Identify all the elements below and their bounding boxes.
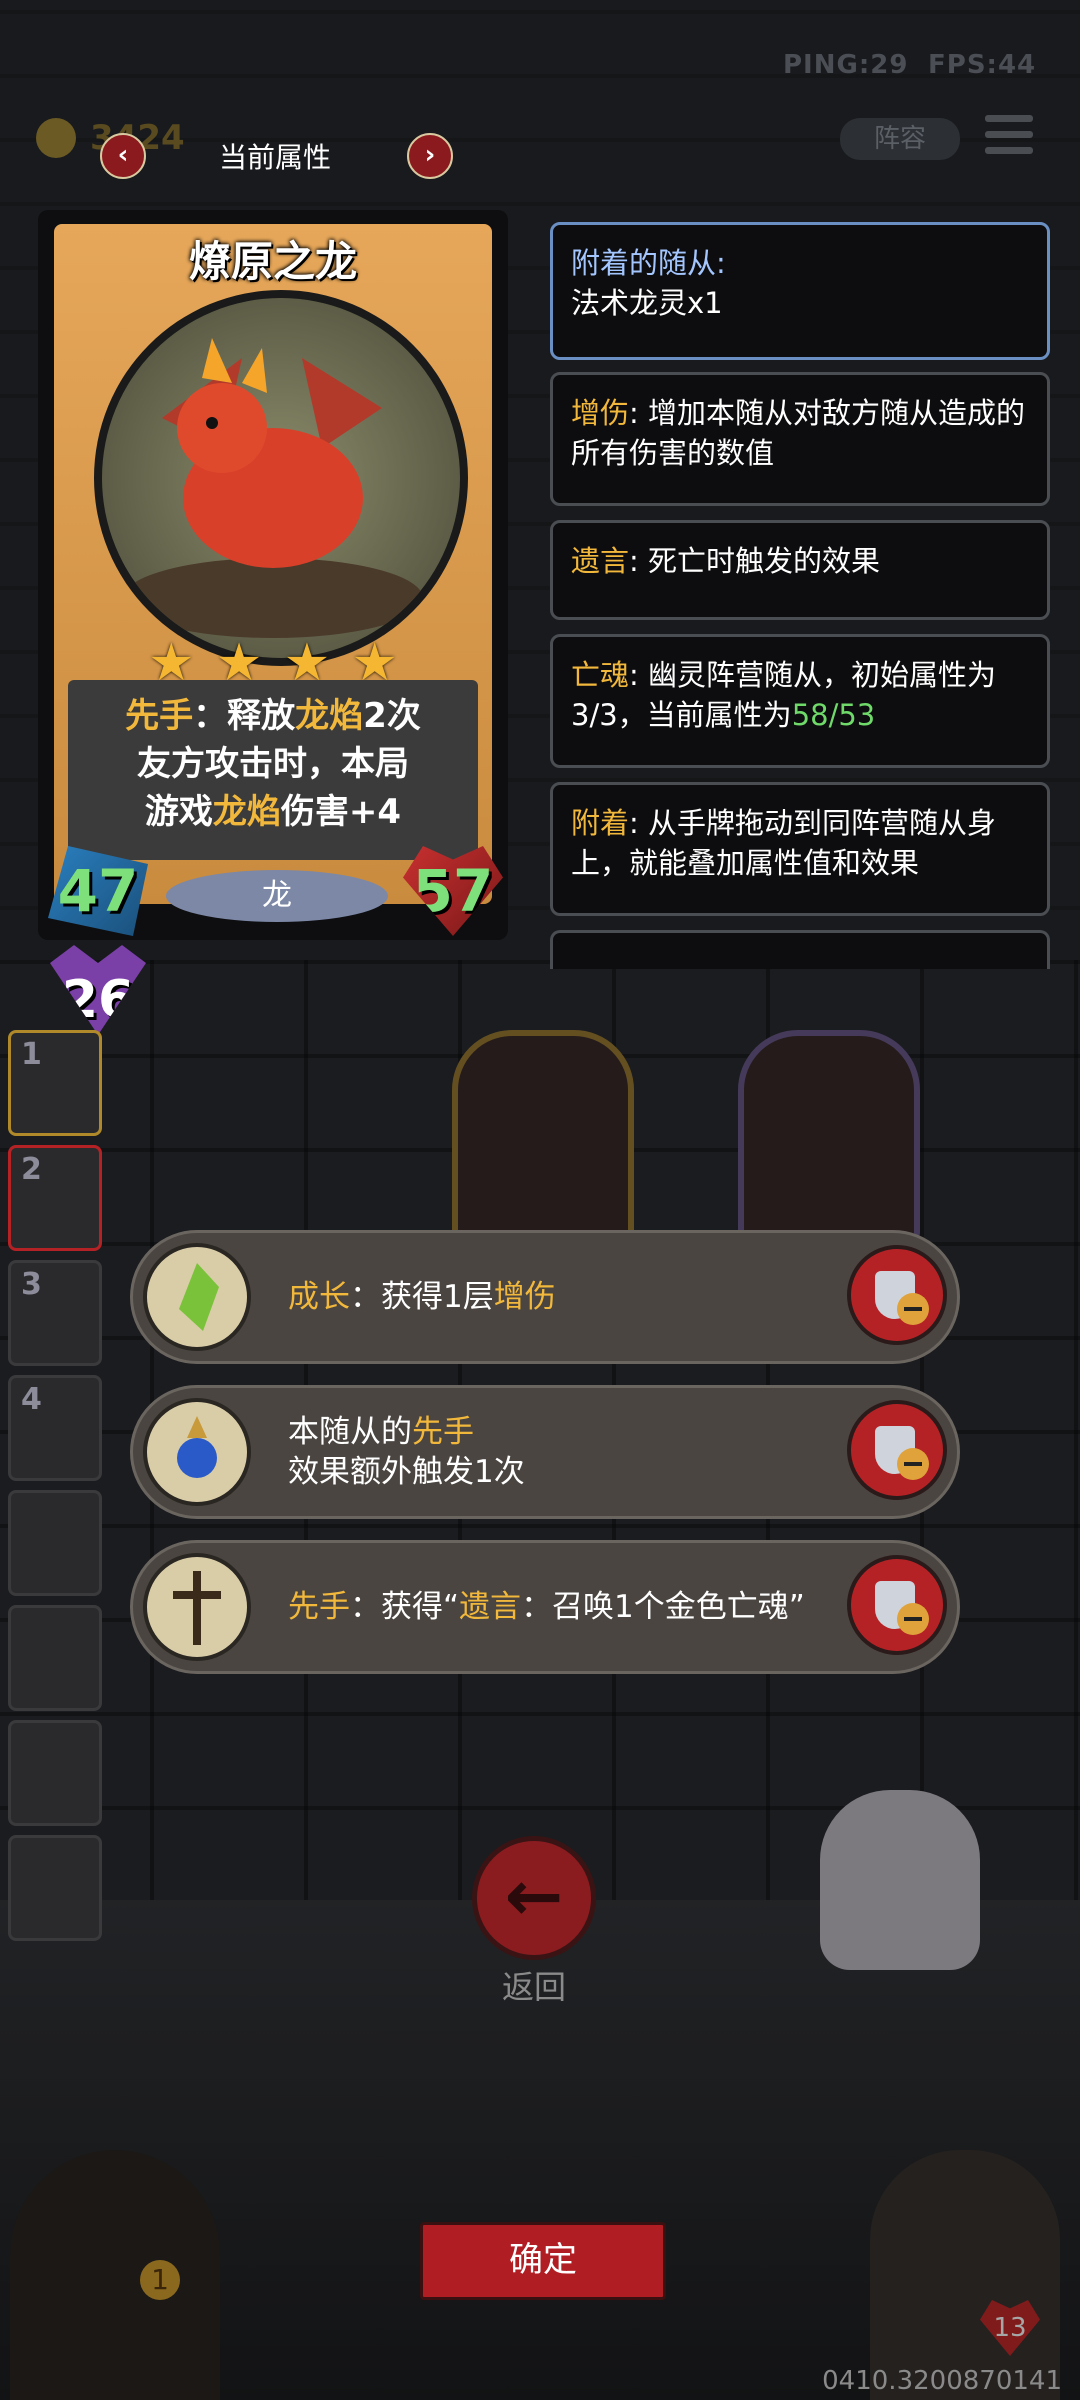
- minus-icon: [897, 1603, 929, 1635]
- option-battlecry-deathrattle[interactable]: 先手：获得“遗言：召唤1个金色亡魂”: [130, 1540, 960, 1674]
- keyword: 增伤: [493, 1279, 556, 1315]
- minion-card: 燎原之龙 ★ ★ ★ ★ 先手：释放龙焰2次 友方攻击时，本局 游戏龙焰伤害+4…: [38, 210, 508, 940]
- option-text: ：获得1层: [350, 1279, 494, 1315]
- keyword: 遗言: [459, 1589, 522, 1625]
- team-slot[interactable]: 4: [8, 1375, 102, 1481]
- info-damage: 增伤: 增加本随从对敌方随从造成的所有伤害的数值: [550, 372, 1050, 506]
- remove-shield-button[interactable]: [847, 1555, 947, 1655]
- confirm-button[interactable]: 确定: [420, 2222, 666, 2300]
- slot-number: 2: [21, 1152, 42, 1187]
- card-ability-text: 先手：释放龙焰2次 友方攻击时，本局 游戏龙焰伤害+4: [68, 680, 478, 860]
- cross-icon: [143, 1553, 251, 1661]
- panel-title: 当前属性: [218, 141, 331, 174]
- back-arrow-button[interactable]: ←: [472, 1836, 596, 1960]
- back-label: 返回: [501, 1968, 566, 2006]
- option-growth[interactable]: 成长：获得1层增伤: [130, 1230, 960, 1364]
- keyword: 附着: [571, 806, 630, 840]
- gold-coin-icon: [36, 118, 76, 158]
- minus-icon: [897, 1293, 929, 1325]
- next-arrow-icon[interactable]: ›: [407, 133, 453, 179]
- info-deathrattle: 遗言: 死亡时触发的效果: [550, 520, 1050, 620]
- lineup-button[interactable]: 阵容: [840, 118, 960, 160]
- team-slot[interactable]: [8, 1835, 102, 1941]
- keyword: 先手: [125, 696, 194, 736]
- option-text: 效果额外触发1次: [288, 1454, 525, 1490]
- fps-readout: FPS:44: [928, 50, 1037, 80]
- info-more: [550, 930, 1050, 969]
- keyword-desc: : 死亡时触发的效果: [629, 544, 881, 578]
- ability-text: ：释放: [193, 696, 296, 736]
- dragon-portrait: [94, 290, 468, 666]
- option-text: ：召唤1个金色亡魂”: [521, 1589, 805, 1625]
- attached-title: 附着的随从:: [571, 246, 726, 280]
- ability-text: 游戏: [144, 792, 213, 832]
- team-slot[interactable]: [8, 1605, 102, 1711]
- menu-icon[interactable]: [985, 115, 1033, 159]
- keyword: 成长: [288, 1279, 350, 1315]
- option-battlecry-twice[interactable]: 本随从的先手 效果额外触发1次: [130, 1385, 960, 1519]
- health-value: 57: [403, 846, 503, 936]
- slot-number: 1: [21, 1037, 42, 1072]
- slot-number: 4: [21, 1382, 42, 1417]
- ability-text: 2次: [363, 696, 421, 736]
- ping-readout: PING:29: [783, 50, 909, 80]
- info-ghost: 亡魂: 幽灵阵营随从，初始属性为3/3，当前属性为58/53: [550, 634, 1050, 768]
- keyword: 龙焰: [295, 696, 364, 736]
- team-slot[interactable]: 1: [8, 1030, 102, 1136]
- tribe-label: 龙: [166, 870, 388, 922]
- card-name: 燎原之龙: [188, 237, 357, 286]
- keyword-desc: : 从手牌拖动到同阵营随从身上，就能叠加属性值和效果: [571, 806, 997, 880]
- info-attach: 附着: 从手牌拖动到同阵营随从身上，就能叠加属性值和效果: [550, 782, 1050, 916]
- team-slot[interactable]: 2: [8, 1145, 102, 1251]
- keyword-desc: : 幽灵阵营随从，初始属性为3/3，当前属性为: [571, 658, 997, 732]
- ability-line-2: 友方攻击时，本局: [137, 744, 409, 784]
- keyword: 先手: [288, 1589, 350, 1625]
- ability-text: 伤害+4: [280, 792, 402, 832]
- option-text: ：获得“: [350, 1589, 460, 1625]
- keyword: 遗言: [571, 544, 630, 578]
- remove-shield-button[interactable]: [847, 1245, 947, 1345]
- keyword: 先手: [412, 1414, 474, 1450]
- blue-orb-icon: [143, 1398, 251, 1506]
- remove-shield-button[interactable]: [847, 1400, 947, 1500]
- prev-arrow-icon[interactable]: ‹: [100, 133, 146, 179]
- info-attached: 附着的随从: 法术龙灵x1: [550, 222, 1050, 360]
- attached-value: 法术龙灵x1: [571, 286, 723, 320]
- minus-icon: [897, 1448, 929, 1480]
- keyword: 增伤: [571, 396, 630, 430]
- keyword-desc: : 增加本随从对敌方随从造成的所有伤害的数值: [571, 396, 1026, 470]
- keyword: 亡魂: [571, 658, 630, 692]
- team-slot[interactable]: [8, 1720, 102, 1826]
- slot-number: 3: [21, 1267, 42, 1302]
- team-slot[interactable]: [8, 1490, 102, 1596]
- keyword: 龙焰: [212, 792, 281, 832]
- green-crystal-icon: [143, 1243, 251, 1351]
- team-slot[interactable]: 3: [8, 1260, 102, 1366]
- option-text: 本随从的: [288, 1414, 412, 1450]
- ghost-current-stats: 58/53: [791, 698, 876, 732]
- version-text: 0410.3200870141: [822, 2366, 1062, 2396]
